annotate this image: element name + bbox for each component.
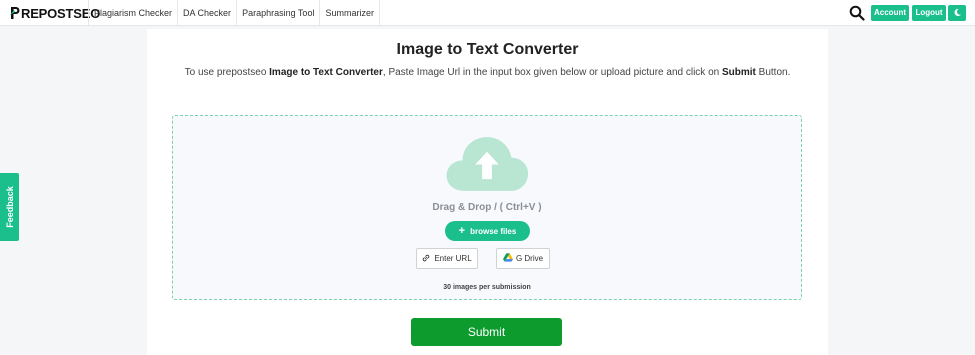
feedback-tab[interactable]: Feedback bbox=[0, 173, 19, 241]
nav-plagiarism-checker[interactable]: Plagiarism Checker bbox=[88, 0, 177, 26]
theme-toggle-button[interactable] bbox=[948, 5, 966, 21]
subtitle-text-1: To use prepostseo bbox=[184, 67, 270, 78]
main-nav: Plagiarism Checker DA Checker Paraphrasi… bbox=[88, 0, 380, 26]
submit-button[interactable]: Submit bbox=[411, 318, 562, 346]
drag-drop-text: Drag & Drop / ( Ctrl+V ) bbox=[432, 202, 542, 213]
subtitle-text-2: , Paste Image Url in the input box given… bbox=[382, 67, 722, 78]
moon-icon bbox=[954, 8, 961, 17]
account-button[interactable]: Account bbox=[871, 5, 909, 21]
feedback-label: Feedback bbox=[4, 186, 15, 228]
upload-limit-text: 30 images per submission bbox=[443, 284, 531, 291]
enter-url-label: Enter URL bbox=[434, 254, 472, 263]
link-icon bbox=[423, 254, 430, 262]
subtitle-text-3: Button. bbox=[755, 67, 791, 78]
page-subtitle: To use prepostseo Image to Text Converte… bbox=[147, 67, 828, 78]
gdrive-label: G Drive bbox=[515, 254, 544, 263]
nav-da-checker[interactable]: DA Checker bbox=[177, 0, 236, 26]
nav-summarizer[interactable]: Summarizer bbox=[319, 0, 380, 26]
subtitle-bold-submit: Submit bbox=[721, 67, 756, 78]
nav-paraphrasing-tool[interactable]: Paraphrasing Tool bbox=[236, 0, 319, 26]
logout-button[interactable]: Logout bbox=[912, 5, 946, 21]
site-logo[interactable]: REPOSTSEO bbox=[10, 4, 100, 22]
enter-url-button[interactable]: Enter URL bbox=[416, 248, 478, 269]
converter-card: Image to Text Converter To use prepostse… bbox=[147, 29, 828, 355]
browse-files-label: browse files bbox=[470, 227, 517, 236]
browse-files-button[interactable]: + browse files bbox=[445, 221, 530, 241]
google-drive-icon bbox=[502, 253, 513, 262]
subtitle-bold-tool: Image to Text Converter bbox=[269, 67, 383, 78]
upload-dropzone[interactable]: Drag & Drop / ( Ctrl+V ) + browse files E… bbox=[172, 115, 802, 300]
page-title: Image to Text Converter bbox=[396, 41, 579, 58]
top-navbar: REPOSTSEO Plagiarism Checker DA Checker … bbox=[0, 0, 975, 26]
logo-p-icon bbox=[10, 7, 20, 19]
gdrive-button[interactable]: G Drive bbox=[496, 248, 550, 269]
cloud-upload-icon bbox=[446, 137, 529, 191]
search-icon[interactable] bbox=[849, 5, 865, 21]
plus-icon: + bbox=[458, 225, 466, 237]
